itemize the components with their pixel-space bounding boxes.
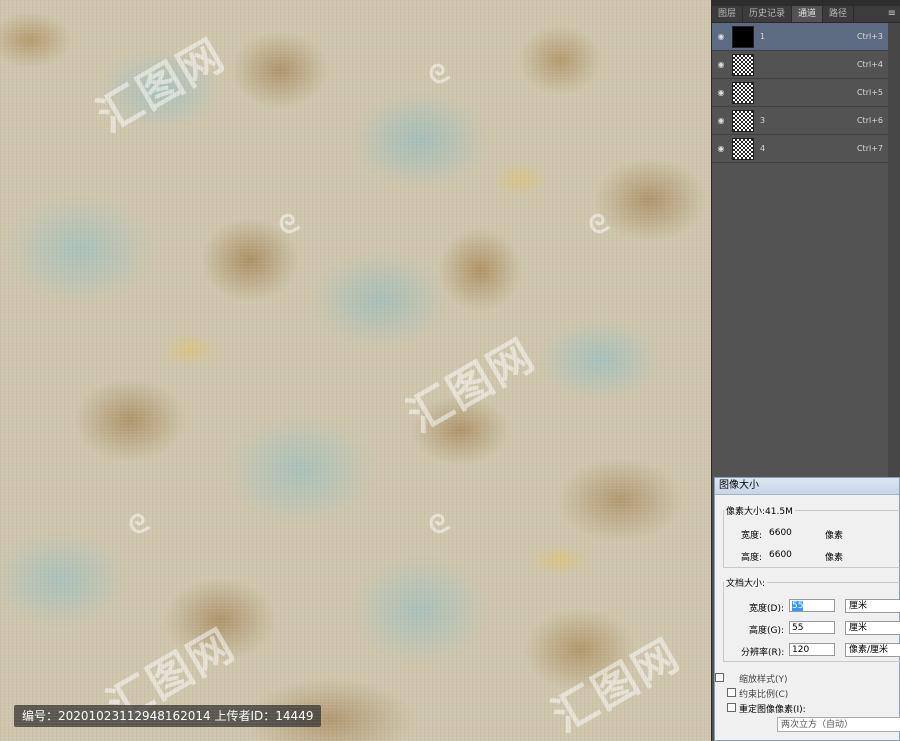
resample-method-select[interactable]: 两次立方（自动） xyxy=(777,717,900,732)
resolution-label: 分辨率(R): xyxy=(741,648,785,658)
watermark-logo-icon: ᘓ xyxy=(123,507,155,543)
pixel-height-value: 6600 xyxy=(769,550,792,560)
tab-channels[interactable]: 通道 xyxy=(792,6,824,22)
doc-width-unit-select[interactable]: 厘米 xyxy=(845,599,900,613)
doc-height-label: 高度(G): xyxy=(749,626,785,636)
channel-thumbnail xyxy=(732,81,754,104)
channel-thumbnail xyxy=(732,109,754,132)
pixel-height-label: 高度: xyxy=(741,553,763,563)
channel-thumbnail xyxy=(732,137,754,160)
image-size-dialog: 图像大小 像素大小:41.5M 宽度: 6600 像素 高度: 6600 像素 … xyxy=(714,477,900,741)
channel-row[interactable]: ◉ Ctrl+5 xyxy=(712,79,889,107)
doc-height-unit-select[interactable]: 厘米 xyxy=(845,621,900,635)
doc-width-input[interactable]: 55 xyxy=(789,599,835,612)
watermark-text: 汇图网 xyxy=(98,619,244,733)
channel-row[interactable]: ◉ 4 Ctrl+7 xyxy=(712,135,889,163)
panel-tabs: 图层 历史记录 通道 路径 xyxy=(712,6,900,23)
channel-row[interactable]: ◉ Ctrl+4 xyxy=(712,51,889,79)
resolution-input[interactable]: 120 xyxy=(789,643,835,656)
pixel-width-value: 6600 xyxy=(769,528,792,538)
constrain-proportions-checkbox[interactable] xyxy=(727,688,736,697)
watermark-text: 汇图网 xyxy=(88,29,234,143)
panel-top-strip xyxy=(711,0,900,6)
scale-styles-label: 缩放样式(Y) xyxy=(739,675,788,685)
watermark-logo-icon: ᘓ xyxy=(273,207,305,243)
upload-info-label: 编号：20201023112948162014 上传者ID：14449 xyxy=(14,705,322,727)
watermark-text: 汇图网 xyxy=(543,629,689,741)
image-canvas[interactable]: 汇图网 ᘓ ᘓ ᘓ 汇图网 ᘓ ᘓ 汇图网 汇图网 编号：20201023112… xyxy=(0,0,711,741)
scale-styles-checkbox[interactable] xyxy=(715,673,724,682)
eye-icon[interactable]: ◉ xyxy=(714,60,728,69)
channel-shortcut: Ctrl+4 xyxy=(856,60,883,69)
resample-checkbox[interactable] xyxy=(727,703,736,712)
panel-menu-icon[interactable]: ≡ xyxy=(888,6,896,22)
watermark-logo-icon: ᘓ xyxy=(583,207,615,243)
channel-list: ◉ 1 Ctrl+3 ◉ Ctrl+4 ◉ Ctrl+5 ◉ 3 Ctrl+6 … xyxy=(712,23,889,163)
constrain-proportions-label: 约束比例(C) xyxy=(739,690,789,700)
watermark-text: 汇图网 xyxy=(398,329,544,443)
pixel-width-label: 宽度: xyxy=(741,531,763,541)
eye-icon[interactable]: ◉ xyxy=(714,88,728,97)
doc-width-label: 宽度(D): xyxy=(749,604,784,614)
watermark-logo-icon: ᘓ xyxy=(423,57,455,93)
channel-shortcut: Ctrl+5 xyxy=(856,88,883,97)
doc-height-input[interactable]: 55 xyxy=(789,621,835,634)
resample-label: 重定图像像素(I): xyxy=(739,705,806,715)
resolution-unit-select[interactable]: 像素/厘米 xyxy=(845,643,900,657)
tab-history[interactable]: 历史记录 xyxy=(743,6,793,22)
channel-name: 1 xyxy=(760,32,766,41)
pixel-height-unit: 像素 xyxy=(825,553,844,563)
watermark-logo-icon: ᘓ xyxy=(423,507,455,543)
channel-shortcut: Ctrl+3 xyxy=(856,32,883,41)
channel-row[interactable]: ◉ 3 Ctrl+6 xyxy=(712,107,889,135)
channel-shortcut: Ctrl+6 xyxy=(856,116,883,125)
eye-icon[interactable]: ◉ xyxy=(714,116,728,125)
pixel-dimensions-legend: 像素大小:41.5M xyxy=(726,507,793,517)
channel-row[interactable]: ◉ 1 Ctrl+3 xyxy=(712,23,889,51)
pixel-width-unit: 像素 xyxy=(825,531,844,541)
channel-name: 3 xyxy=(760,116,766,125)
channel-thumbnail xyxy=(732,53,754,76)
channel-thumbnail xyxy=(732,25,754,48)
dialog-title: 图像大小 xyxy=(715,478,899,495)
document-size-legend: 文档大小: xyxy=(726,579,766,589)
channel-name: 4 xyxy=(760,144,766,153)
eye-icon[interactable]: ◉ xyxy=(714,144,728,153)
channel-shortcut: Ctrl+7 xyxy=(856,144,883,153)
tab-paths[interactable]: 路径 xyxy=(823,6,855,22)
tab-layers[interactable]: 图层 xyxy=(712,6,744,22)
eye-icon[interactable]: ◉ xyxy=(714,32,728,41)
